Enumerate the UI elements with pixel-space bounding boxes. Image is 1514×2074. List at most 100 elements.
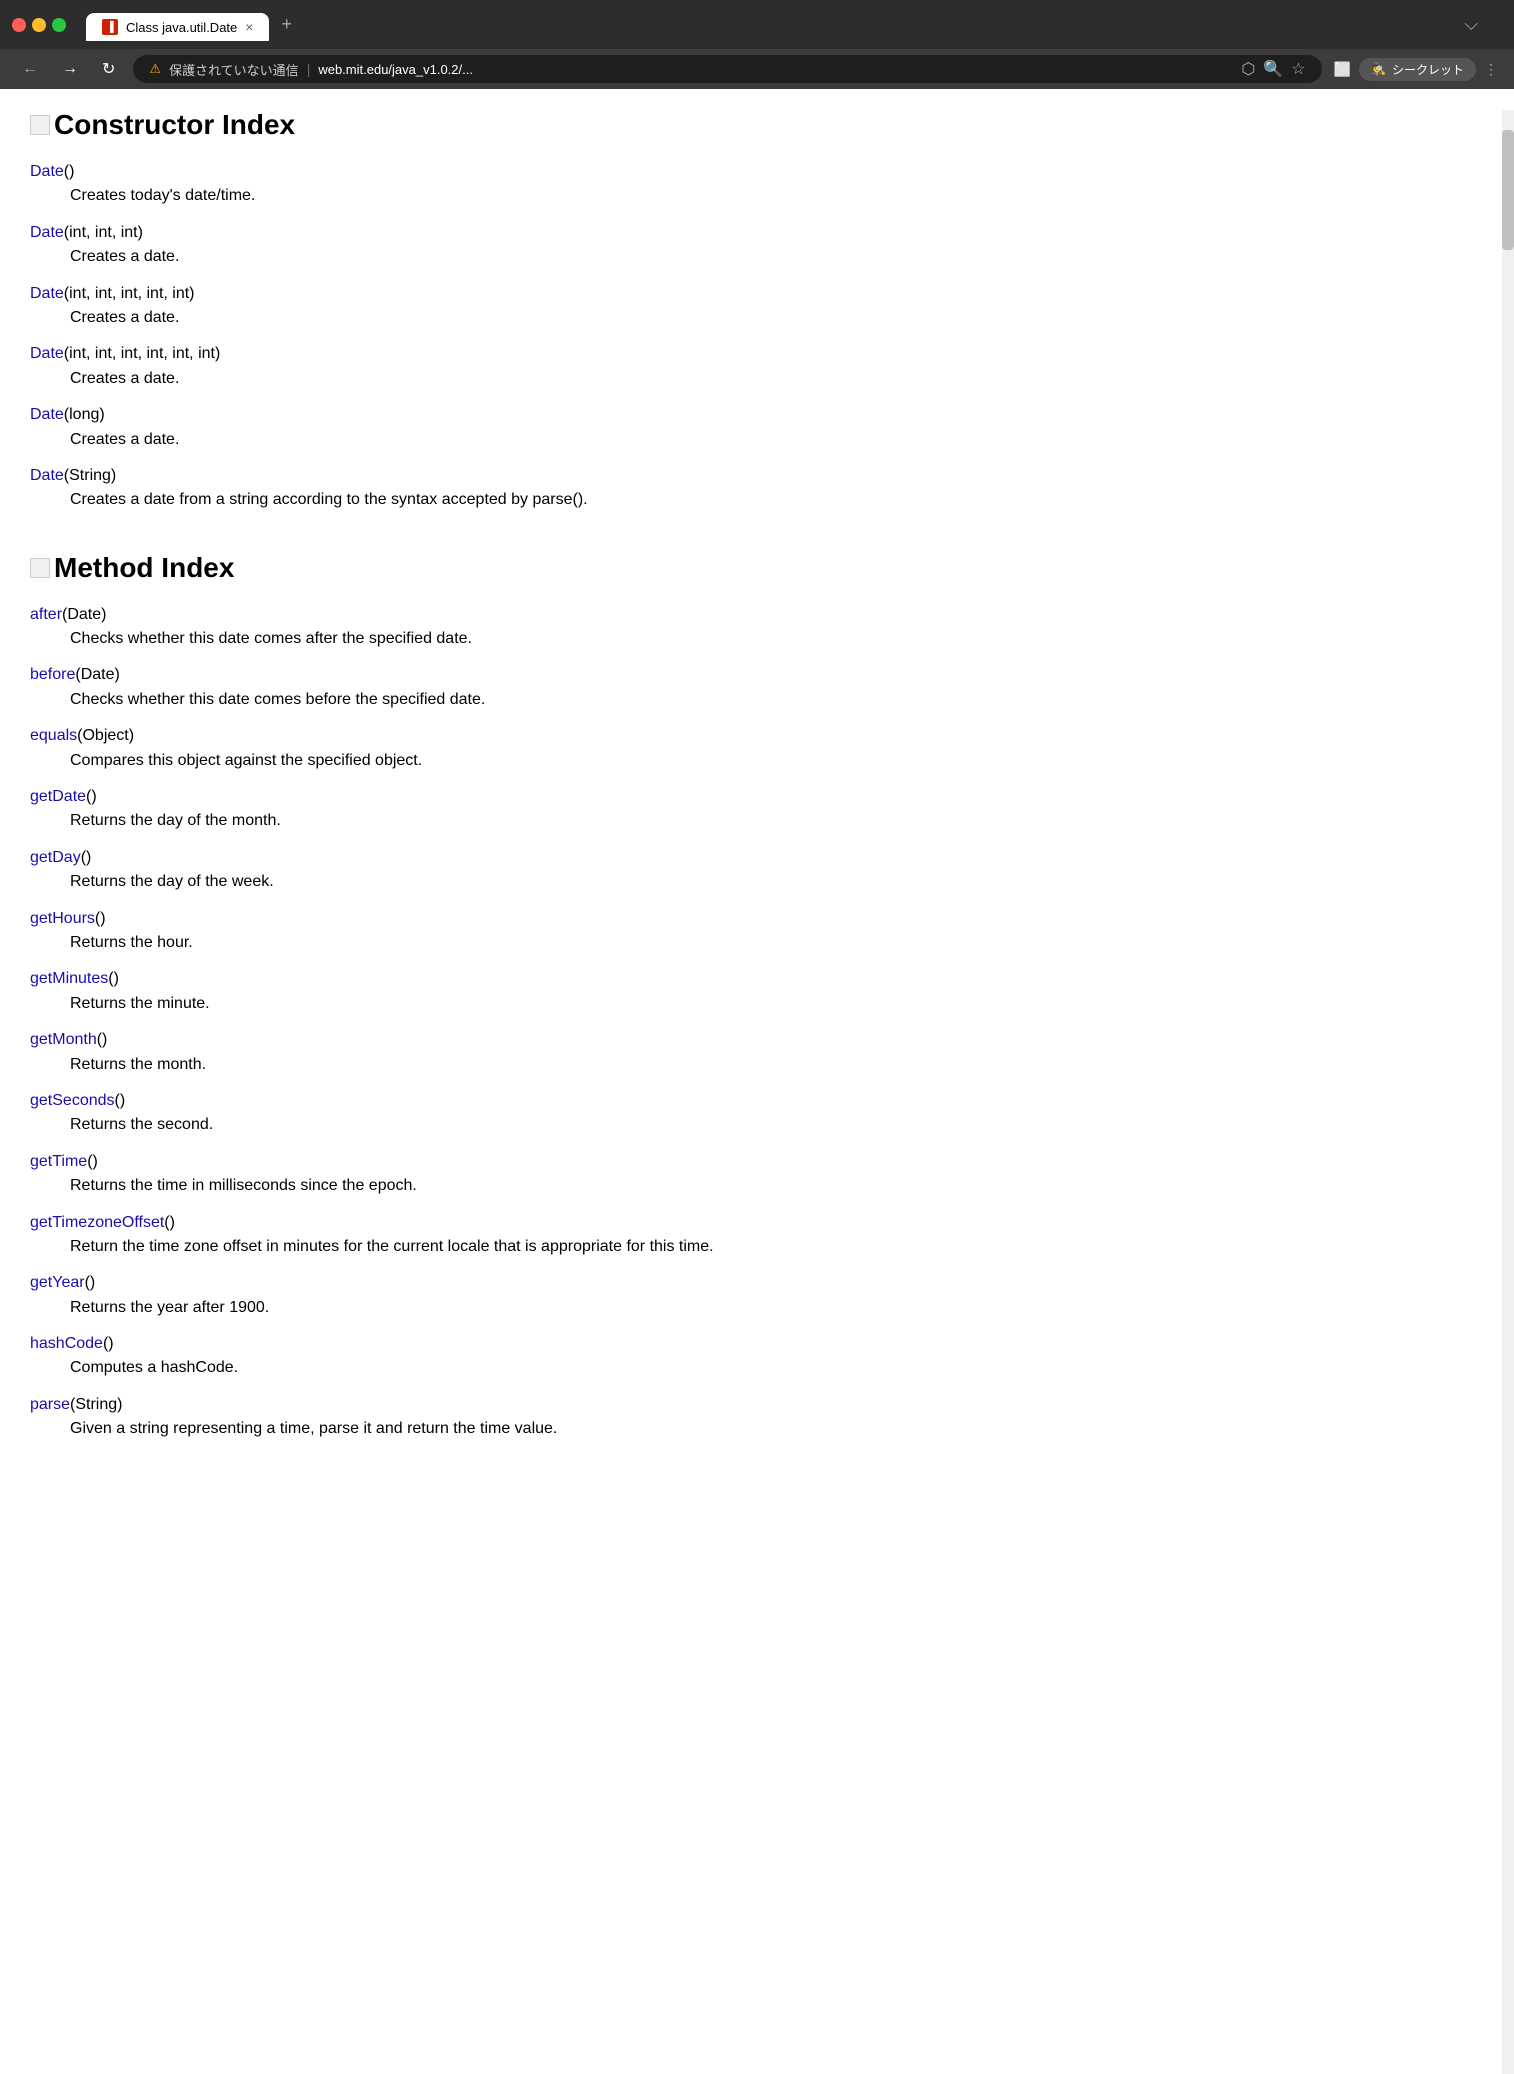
constructor-description-0: Creates today's date/time. xyxy=(70,185,1484,207)
constructor-entry: Date(int, int, int, int, int, int) Creat… xyxy=(30,343,1484,390)
method-entry: getTimezoneOffset() Return the time zone… xyxy=(30,1212,1484,1259)
back-button[interactable]: ← xyxy=(16,58,44,80)
method-params-12: () xyxy=(103,1335,114,1352)
method-entry: getSeconds() Returns the second. xyxy=(30,1090,1484,1137)
bookmark-icon[interactable]: ☆ xyxy=(1291,59,1305,79)
method-header-image xyxy=(30,558,50,578)
url-bar[interactable]: ⚠ 保護されていない通信 | web.mit.edu/java_v1.0.2/.… xyxy=(133,55,1321,83)
constructor-description-5: Creates a date from a string according t… xyxy=(70,489,1484,511)
constructor-link-0[interactable]: Date xyxy=(30,163,64,180)
constructor-signature: Date() xyxy=(30,161,1484,183)
method-params-5: () xyxy=(95,910,106,927)
method-link-5[interactable]: getHours xyxy=(30,910,95,927)
constructor-params-3: (int, int, int, int, int, int) xyxy=(64,345,221,362)
method-link-6[interactable]: getMinutes xyxy=(30,970,108,987)
method-description-7: Returns the month. xyxy=(70,1054,1484,1076)
method-signature: parse(String) xyxy=(30,1394,1484,1416)
method-entry: parse(String) Given a string representin… xyxy=(30,1394,1484,1441)
cast-icon[interactable]: ⬜ xyxy=(1334,61,1351,78)
scrollbar[interactable] xyxy=(1502,110,1514,2074)
method-link-2[interactable]: equals xyxy=(30,727,77,744)
constructor-signature: Date(int, int, int) xyxy=(30,222,1484,244)
method-entry: getTime() Returns the time in millisecon… xyxy=(30,1151,1484,1198)
traffic-lights xyxy=(12,18,66,32)
method-description-1: Checks whether this date comes before th… xyxy=(70,689,1484,711)
constructor-signature: Date(String) xyxy=(30,465,1484,487)
url-actions: ⬡ 🔍 ☆ xyxy=(1241,59,1305,79)
method-signature: hashCode() xyxy=(30,1333,1484,1355)
method-description-12: Computes a hashCode. xyxy=(70,1357,1484,1379)
method-description-0: Checks whether this date comes after the… xyxy=(70,628,1484,650)
tab-close-button[interactable]: × xyxy=(245,19,253,35)
method-description-6: Returns the minute. xyxy=(70,993,1484,1015)
method-params-6: () xyxy=(108,970,119,987)
method-index-header: Method Index xyxy=(30,552,1484,584)
menu-icon[interactable]: ⋮ xyxy=(1484,61,1498,78)
method-link-0[interactable]: after xyxy=(30,606,62,623)
constructor-description-2: Creates a date. xyxy=(70,307,1484,329)
close-window-button[interactable] xyxy=(12,18,26,32)
method-link-10[interactable]: getTimezoneOffset xyxy=(30,1214,164,1231)
url-text: web.mit.edu/java_v1.0.2/... xyxy=(318,62,473,77)
constructor-link-1[interactable]: Date xyxy=(30,224,64,241)
minimize-window-button[interactable] xyxy=(32,18,46,32)
method-entry: getDate() Returns the day of the month. xyxy=(30,786,1484,833)
method-entry: hashCode() Computes a hashCode. xyxy=(30,1333,1484,1380)
constructor-entry: Date(String) Creates a date from a strin… xyxy=(30,465,1484,512)
constructor-entry: Date(int, int, int) Creates a date. xyxy=(30,222,1484,269)
method-entries-list: after(Date) Checks whether this date com… xyxy=(30,604,1484,1441)
method-params-13: (String) xyxy=(70,1396,122,1413)
reload-button[interactable]: ↻ xyxy=(96,57,121,81)
method-params-1: (Date) xyxy=(75,666,119,683)
method-description-10: Return the time zone offset in minutes f… xyxy=(70,1236,1484,1258)
forward-button[interactable]: → xyxy=(56,58,84,80)
constructor-params-4: (long) xyxy=(64,406,105,423)
constructor-link-4[interactable]: Date xyxy=(30,406,64,423)
constructor-link-2[interactable]: Date xyxy=(30,285,64,302)
tab-favicon: ▐ xyxy=(102,19,118,35)
more-tabs-button[interactable]: ⌵ xyxy=(1452,8,1490,41)
tab-title: Class java.util.Date xyxy=(126,20,237,35)
method-signature: getMonth() xyxy=(30,1029,1484,1051)
method-entry: getYear() Returns the year after 1900. xyxy=(30,1272,1484,1319)
translate-icon[interactable]: ⬡ xyxy=(1241,59,1255,79)
method-entry: getHours() Returns the hour. xyxy=(30,908,1484,955)
scrollbar-thumb[interactable] xyxy=(1502,130,1514,250)
method-signature: getHours() xyxy=(30,908,1484,930)
security-warning-icon: ⚠ xyxy=(149,61,161,77)
constructor-link-5[interactable]: Date xyxy=(30,467,64,484)
maximize-window-button[interactable] xyxy=(52,18,66,32)
method-link-11[interactable]: getYear xyxy=(30,1274,85,1291)
method-signature: getMinutes() xyxy=(30,968,1484,990)
constructor-signature: Date(int, int, int, int, int) xyxy=(30,283,1484,305)
constructor-params-2: (int, int, int, int, int) xyxy=(64,285,195,302)
active-tab[interactable]: ▐ Class java.util.Date × xyxy=(86,13,269,41)
method-link-1[interactable]: before xyxy=(30,666,75,683)
incognito-icon: 🕵 xyxy=(1371,62,1386,76)
method-entry: getMinutes() Returns the minute. xyxy=(30,968,1484,1015)
method-description-4: Returns the day of the week. xyxy=(70,871,1484,893)
constructor-link-3[interactable]: Date xyxy=(30,345,64,362)
constructor-signature: Date(long) xyxy=(30,404,1484,426)
incognito-badge: 🕵 シークレット xyxy=(1359,58,1476,81)
method-link-12[interactable]: hashCode xyxy=(30,1335,103,1352)
method-signature: after(Date) xyxy=(30,604,1484,626)
method-entry: getMonth() Returns the month. xyxy=(30,1029,1484,1076)
constructor-description-4: Creates a date. xyxy=(70,429,1484,451)
method-params-7: () xyxy=(97,1031,108,1048)
method-description-13: Given a string representing a time, pars… xyxy=(70,1418,1484,1440)
constructor-params-1: (int, int, int) xyxy=(64,224,143,241)
method-link-9[interactable]: getTime xyxy=(30,1153,87,1170)
method-link-13[interactable]: parse xyxy=(30,1396,70,1413)
method-description-8: Returns the second. xyxy=(70,1114,1484,1136)
method-description-2: Compares this object against the specifi… xyxy=(70,750,1484,772)
method-description-5: Returns the hour. xyxy=(70,932,1484,954)
method-link-4[interactable]: getDay xyxy=(30,849,81,866)
method-link-7[interactable]: getMonth xyxy=(30,1031,97,1048)
method-link-8[interactable]: getSeconds xyxy=(30,1092,115,1109)
search-icon[interactable]: 🔍 xyxy=(1263,59,1283,79)
method-link-3[interactable]: getDate xyxy=(30,788,86,805)
method-params-9: () xyxy=(87,1153,98,1170)
constructor-entry: Date() Creates today's date/time. xyxy=(30,161,1484,208)
new-tab-button[interactable]: + xyxy=(269,8,304,41)
